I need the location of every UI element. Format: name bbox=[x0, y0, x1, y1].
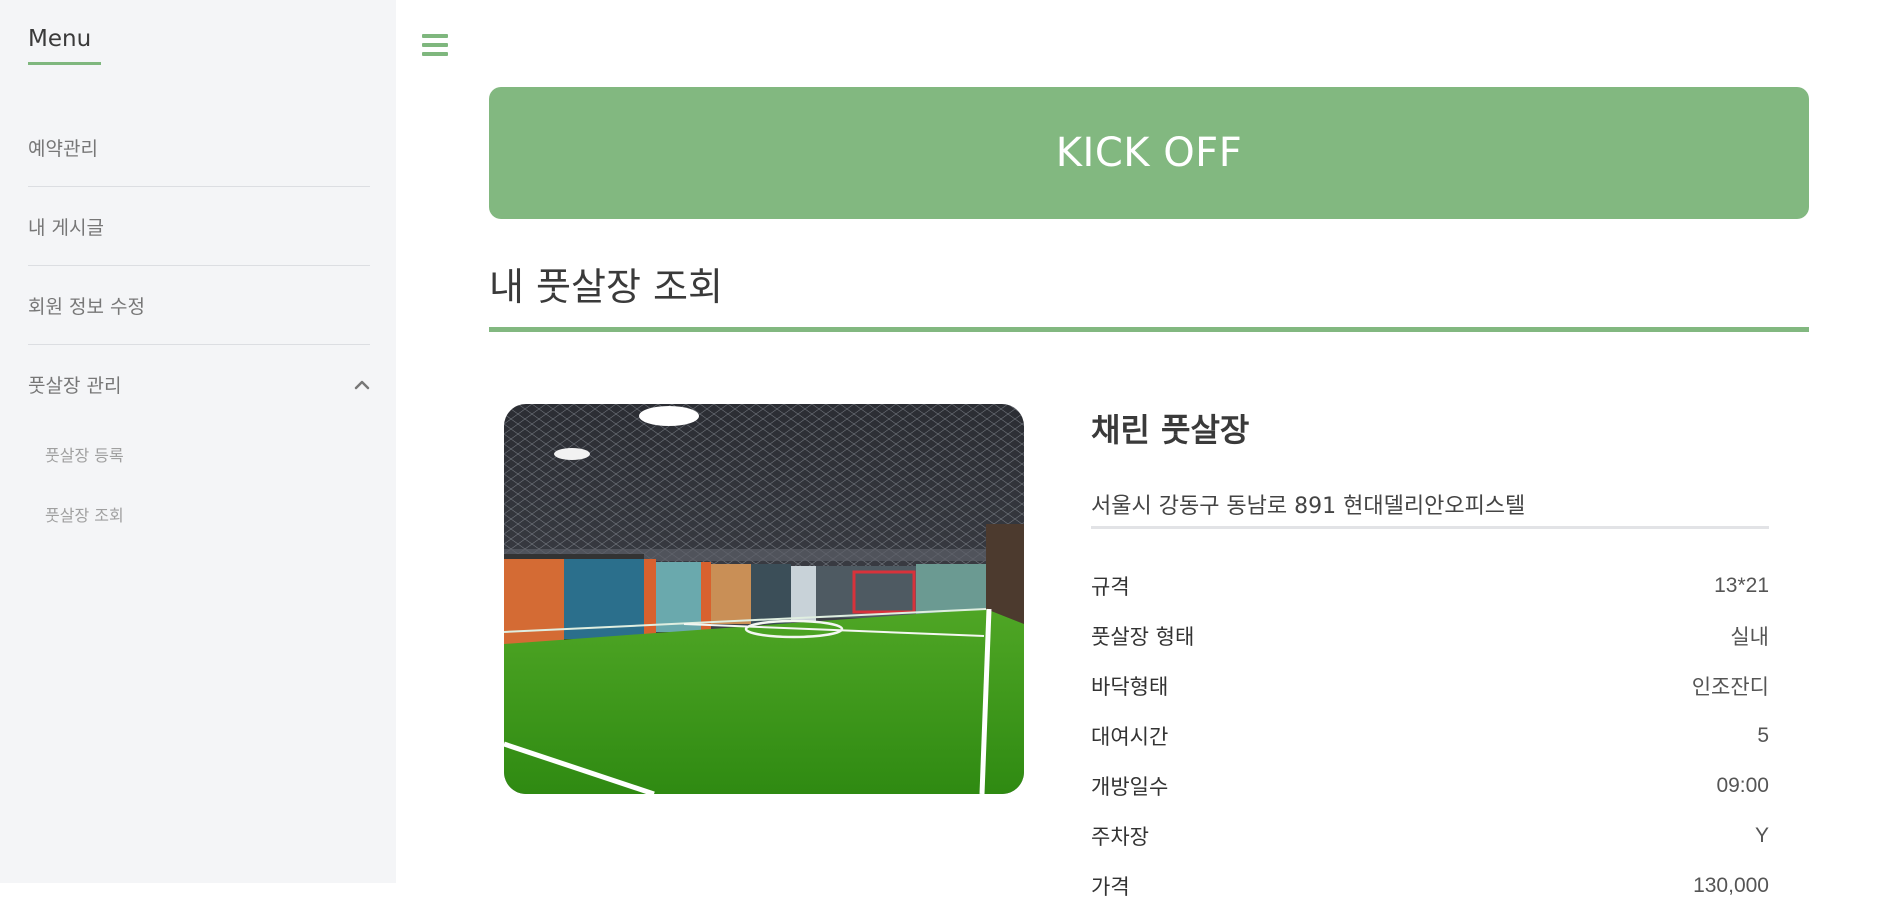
spec-row-open-days: 개방일수 09:00 bbox=[1091, 761, 1769, 811]
sidebar-subnav: 풋살장 등록 풋살장 조회 bbox=[28, 424, 370, 544]
chevron-up-icon[interactable] bbox=[354, 377, 370, 393]
spec-label: 가격 bbox=[1091, 875, 1130, 899]
sidebar-item-label: 내 게시글 bbox=[28, 216, 104, 239]
venue-address: 서울시 강동구 동남로 891 현대델리안오피스텔 bbox=[1091, 488, 1769, 529]
hamburger-icon[interactable] bbox=[422, 34, 448, 56]
sidebar: Menu 예약관리 내 게시글 회원 정보 수정 풋살장 관리 풋살장 등록 풋… bbox=[0, 0, 396, 883]
title-divider bbox=[489, 327, 1809, 332]
spec-row-floor: 바닥형태 인조잔디 bbox=[1091, 661, 1769, 711]
spec-row-type: 풋살장 형태 실내 bbox=[1091, 611, 1769, 661]
spec-value: 130,000 bbox=[1693, 874, 1769, 897]
spec-row-parking: 주차장 Y bbox=[1091, 811, 1769, 861]
main-content: KICK OFF 내 풋살장 조회 채린 풋살장 서울시 강동구 동남로 891… bbox=[396, 0, 1896, 899]
venue-spec-list: 규격 13*21 풋살장 형태 실내 바닥형태 인조잔디 대여시간 5 개방일수… bbox=[1091, 561, 1769, 911]
spec-label: 풋살장 형태 bbox=[1091, 625, 1195, 649]
banner-text: KICK OFF bbox=[1055, 130, 1243, 176]
sidebar-item-label: 풋살장 관리 bbox=[28, 375, 122, 397]
sidebar-item-label: 회원 정보 수정 bbox=[28, 295, 145, 318]
spec-label: 개방일수 bbox=[1091, 775, 1169, 799]
sidebar-item-venue-management[interactable]: 풋살장 관리 bbox=[28, 345, 370, 424]
sidebar-item-edit-profile[interactable]: 회원 정보 수정 bbox=[28, 266, 370, 345]
spec-value: Y bbox=[1754, 824, 1769, 847]
sidebar-subitem-register-venue[interactable]: 풋살장 등록 bbox=[28, 424, 370, 484]
venue-photo bbox=[504, 404, 1024, 794]
sidebar-nav: 예약관리 내 게시글 회원 정보 수정 풋살장 관리 풋살장 등록 풋살장 조회 bbox=[28, 108, 370, 544]
sidebar-subitem-label: 풋살장 등록 bbox=[45, 446, 124, 465]
sidebar-title: Menu bbox=[28, 26, 101, 65]
spec-value: 09:00 bbox=[1716, 774, 1769, 797]
sidebar-subitem-view-venue[interactable]: 풋살장 조회 bbox=[28, 484, 370, 544]
venue-detail: 채린 풋살장 서울시 강동구 동남로 891 현대델리안오피스텔 규격 13*2… bbox=[1091, 405, 1769, 911]
indoor-futsal-field-image bbox=[504, 404, 1024, 794]
spec-label: 대여시간 bbox=[1091, 725, 1169, 749]
spec-value: 인조잔디 bbox=[1691, 676, 1769, 699]
venue-name: 채린 풋살장 bbox=[1091, 411, 1250, 449]
sidebar-subitem-label: 풋살장 조회 bbox=[45, 506, 124, 525]
sidebar-subnav-container: 풋살장 등록 풋살장 조회 bbox=[28, 424, 370, 544]
page-title: 내 풋살장 조회 bbox=[489, 265, 723, 309]
spec-label: 주차장 bbox=[1091, 825, 1149, 849]
spec-row-size: 규격 13*21 bbox=[1091, 561, 1769, 611]
spec-label: 바닥형태 bbox=[1091, 675, 1169, 699]
kickoff-banner: KICK OFF bbox=[489, 87, 1809, 219]
spec-value: 실내 bbox=[1730, 626, 1769, 649]
sidebar-item-label: 예약관리 bbox=[28, 137, 98, 160]
spec-value: 5 bbox=[1757, 724, 1769, 747]
spec-value: 13*21 bbox=[1714, 574, 1769, 597]
sidebar-item-my-posts[interactable]: 내 게시글 bbox=[28, 187, 370, 266]
spec-label: 규격 bbox=[1091, 575, 1130, 599]
spec-row-price: 가격 130,000 bbox=[1091, 861, 1769, 911]
sidebar-item-reservations[interactable]: 예약관리 bbox=[28, 108, 370, 187]
spec-row-rental-time: 대여시간 5 bbox=[1091, 711, 1769, 761]
